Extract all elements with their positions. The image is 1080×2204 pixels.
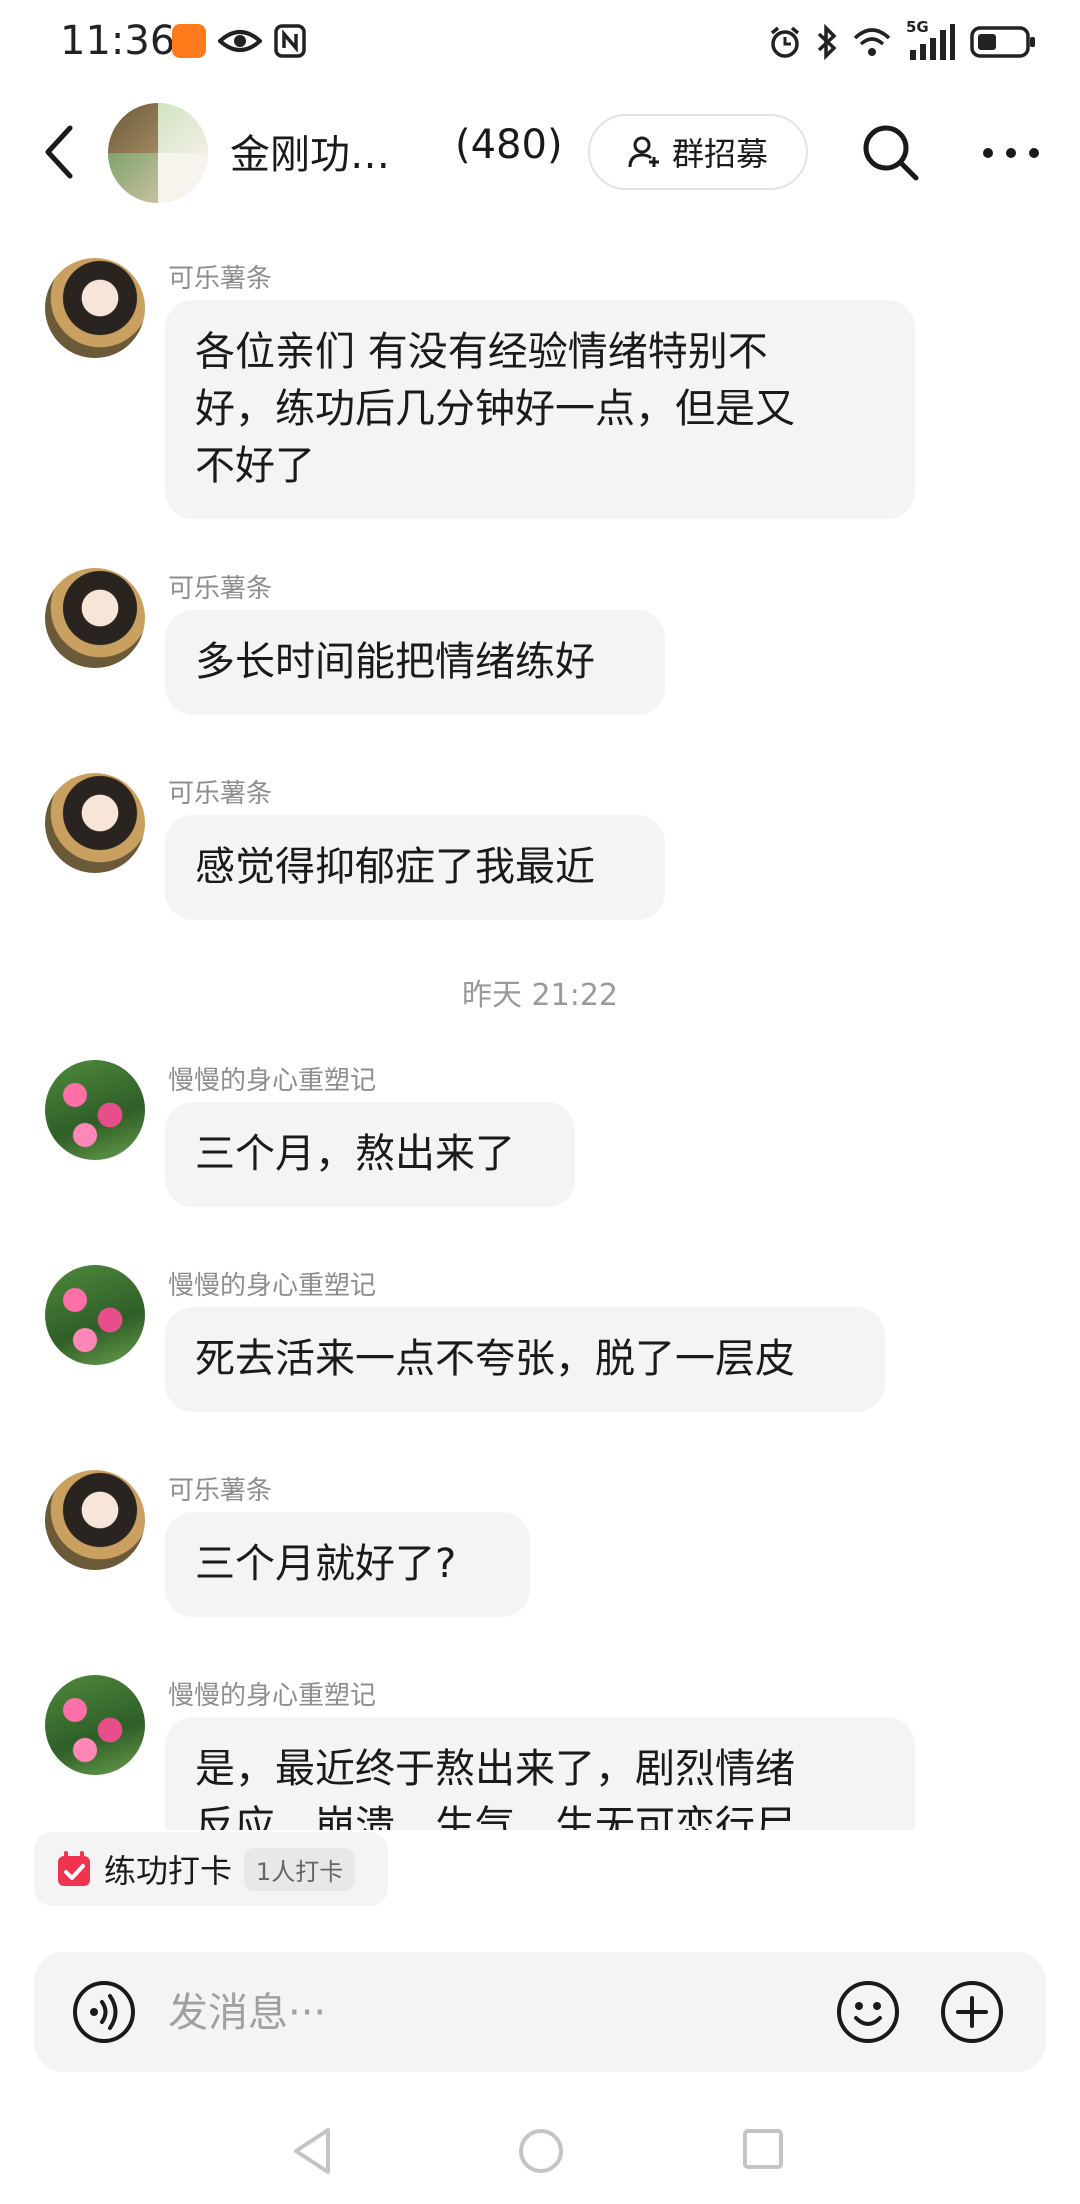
message-input-bar bbox=[34, 1952, 1046, 2072]
message-bubble[interactable]: 感觉得抑郁症了我最近 bbox=[165, 815, 665, 920]
avatar[interactable] bbox=[45, 1060, 145, 1160]
avatar[interactable] bbox=[45, 1470, 145, 1570]
message-text-line: 各位亲们 有没有经验情绪特别不 bbox=[195, 329, 768, 375]
circle-home-icon bbox=[519, 2129, 563, 2173]
group-title[interactable]: 金刚功… bbox=[230, 122, 390, 180]
sender-name: 可乐薯条 bbox=[168, 264, 273, 294]
nfc-icon bbox=[274, 24, 306, 58]
checkin-count-badge: 1人打卡 bbox=[244, 1847, 356, 1891]
sender-name: 可乐薯条 bbox=[168, 1476, 273, 1506]
more-actions-button[interactable] bbox=[940, 1980, 1004, 2044]
more-icon bbox=[983, 148, 1039, 158]
message-input[interactable] bbox=[166, 1974, 730, 2052]
search-icon bbox=[863, 125, 919, 181]
checkin-label: 练功打卡 bbox=[104, 1852, 233, 1890]
message-bubble[interactable]: 多长时间能把情绪练好 bbox=[165, 610, 665, 715]
avatar[interactable] bbox=[45, 1265, 145, 1365]
message-bubble[interactable]: 是，最近终于熬出来了，剧烈情绪 反应，崩溃，生气，生无可恋行尸 bbox=[165, 1717, 915, 1830]
avatar[interactable] bbox=[45, 568, 145, 668]
signal-icon bbox=[910, 24, 955, 60]
message-bubble[interactable]: 三个月，熬出来了 bbox=[165, 1102, 575, 1207]
group-avatar[interactable] bbox=[108, 103, 208, 203]
message-text-line: 三个月，熬出来了 bbox=[195, 1131, 515, 1177]
app-badge-icon bbox=[172, 24, 206, 58]
avatar[interactable] bbox=[45, 773, 145, 873]
alarm-icon bbox=[770, 26, 800, 58]
message-text-line: 是，最近终于熬出来了，剧烈情绪 bbox=[195, 1746, 795, 1792]
avatar[interactable] bbox=[45, 1675, 145, 1775]
smiley-icon bbox=[837, 1981, 899, 2043]
eye-icon bbox=[218, 30, 262, 52]
message-text-line: 好，练功后几分钟好一点，但是又 bbox=[195, 386, 795, 432]
voice-button[interactable] bbox=[72, 1980, 136, 2044]
battery-icon bbox=[970, 26, 1035, 58]
wifi-icon bbox=[853, 28, 891, 56]
sender-name: 慢慢的身心重塑记 bbox=[168, 1271, 377, 1301]
message-text-line: 死去活来一点不夸张，脱了一层皮 bbox=[195, 1336, 795, 1382]
chat-header: 金刚功… (480) 群招募 bbox=[0, 100, 1080, 210]
message-text-line: 三个月就好了? bbox=[195, 1541, 457, 1587]
plus-icon bbox=[941, 1981, 1003, 2043]
chevron-left-icon bbox=[45, 125, 73, 179]
more-button[interactable] bbox=[978, 120, 1044, 186]
message-bubble[interactable]: 死去活来一点不夸张，脱了一层皮 bbox=[165, 1307, 885, 1412]
time-separator: 昨天 21:22 bbox=[462, 978, 618, 1013]
sender-name: 慢慢的身心重塑记 bbox=[168, 1681, 377, 1711]
message-text-line: 多长时间能把情绪练好 bbox=[195, 639, 595, 685]
sender-name: 可乐薯条 bbox=[168, 574, 273, 604]
nav-home-button[interactable] bbox=[518, 2128, 564, 2174]
message-text-line: 反应，崩溃，生气，生无可恋行尸 bbox=[195, 1803, 795, 1830]
sender-name: 可乐薯条 bbox=[168, 779, 273, 809]
square-recents-icon bbox=[743, 2129, 783, 2169]
message-text-line: 不好了 bbox=[195, 443, 315, 489]
calendar-check-icon bbox=[58, 1851, 90, 1886]
voice-icon bbox=[73, 1981, 135, 2043]
status-time: 11:36 bbox=[60, 18, 176, 64]
sender-name: 慢慢的身心重塑记 bbox=[168, 1066, 377, 1096]
triangle-back-icon bbox=[294, 2128, 330, 2174]
member-count: (480) bbox=[455, 122, 563, 168]
emoji-button[interactable] bbox=[836, 1980, 900, 2044]
message-bubble[interactable]: 各位亲们 有没有经验情绪特别不 好，练功后几分钟好一点，但是又 不好了 bbox=[165, 300, 915, 519]
nav-back-button[interactable] bbox=[290, 2126, 334, 2176]
search-button[interactable] bbox=[858, 120, 924, 186]
status-bar: 11:36 5G bbox=[0, 0, 1080, 96]
recruit-label: 群招募 bbox=[671, 135, 768, 173]
avatar[interactable] bbox=[45, 258, 145, 358]
group-recruit-button[interactable]: 群招募 bbox=[588, 114, 808, 190]
bluetooth-icon bbox=[817, 24, 837, 60]
add-person-icon bbox=[628, 136, 659, 168]
back-button[interactable] bbox=[40, 122, 100, 188]
message-text-line: 感觉得抑郁症了我最近 bbox=[195, 844, 595, 890]
system-navigation-bar bbox=[0, 2104, 1080, 2204]
nav-recents-button[interactable] bbox=[742, 2128, 784, 2170]
checkin-chip[interactable]: 练功打卡 1人打卡 bbox=[34, 1832, 388, 1906]
chat-message-list[interactable]: 可乐薯条 各位亲们 有没有经验情绪特别不 好，练功后几分钟好一点，但是又 不好了… bbox=[0, 240, 1080, 1830]
message-bubble[interactable]: 三个月就好了? bbox=[165, 1512, 530, 1617]
